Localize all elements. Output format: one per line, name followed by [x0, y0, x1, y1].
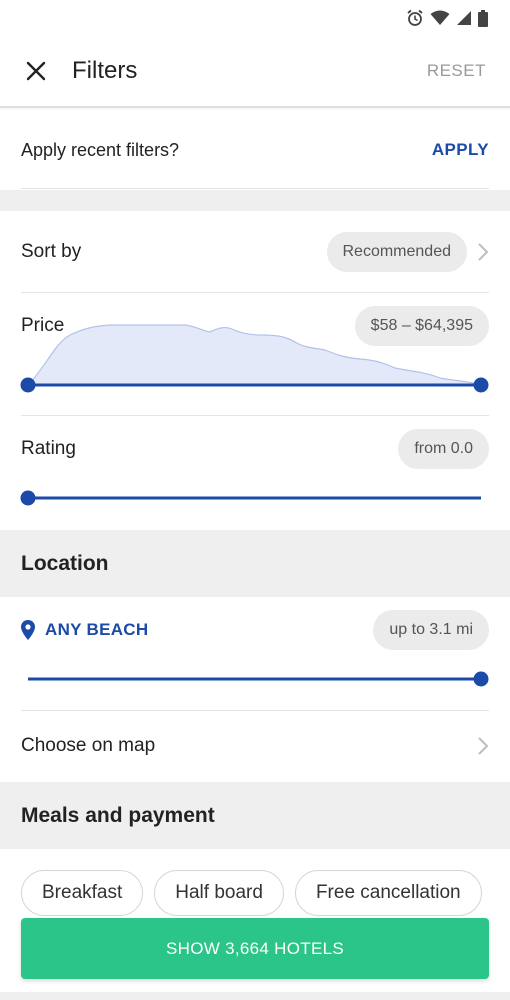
divider [21, 710, 489, 711]
distance-slider-thumb[interactable] [473, 671, 489, 687]
distance-value-badge: up to 3.1 mi [373, 610, 489, 650]
meals-section-header: Meals and payment [0, 782, 510, 849]
rating-value-badge: from 0.0 [398, 429, 489, 469]
choose-on-map-row[interactable]: Choose on map [0, 720, 510, 772]
location-row[interactable]: ANY BEACH up to 3.1 mi [0, 610, 510, 650]
sort-by-label: Sort by [21, 241, 82, 262]
sort-value-badge: Recommended [326, 232, 467, 272]
price-slider[interactable] [0, 318, 510, 398]
show-hotels-button[interactable]: SHOW 3,664 HOTELS [21, 918, 489, 979]
recent-filters-row: Apply recent filters? APPLY [0, 110, 510, 190]
reset-button[interactable]: RESET [427, 61, 486, 81]
price-slider-max-thumb[interactable] [473, 377, 489, 393]
divider [21, 415, 489, 416]
meals-section-title: Meals and payment [21, 803, 215, 827]
signal-icon [457, 11, 471, 25]
price-slider-min-thumb[interactable] [20, 377, 36, 393]
divider [21, 188, 489, 189]
rating-slider-thumb[interactable] [20, 490, 36, 506]
close-button[interactable] [0, 35, 72, 107]
chevron-right-icon [478, 737, 489, 755]
app-bar: Filters RESET [0, 36, 510, 108]
location-section-title: Location [21, 551, 109, 575]
page-title: Filters [72, 57, 138, 84]
alarm-icon [407, 9, 423, 26]
chip-half-board[interactable]: Half board [154, 870, 284, 916]
meal-chips: Breakfast Half board Free cancellation [21, 870, 482, 916]
location-section-header: Location [0, 530, 510, 597]
close-icon [26, 61, 46, 81]
rating-slider[interactable] [0, 486, 510, 510]
distance-slider[interactable] [0, 667, 510, 691]
chip-free-cancellation[interactable]: Free cancellation [294, 870, 482, 916]
choose-on-map-label: Choose on map [21, 735, 156, 756]
rating-label: Rating [21, 438, 76, 459]
location-pin-icon [21, 620, 35, 640]
section-gap [0, 190, 510, 211]
bottom-band [0, 992, 510, 1000]
status-bar [0, 0, 510, 36]
sort-by-row[interactable]: Sort by Recommended [0, 225, 510, 279]
recent-filters-text: Apply recent filters? [21, 139, 180, 160]
rating-row: Rating from 0.0 [0, 429, 510, 469]
apply-recent-button[interactable]: APPLY [432, 140, 489, 160]
divider [21, 292, 489, 293]
price-histogram [26, 324, 482, 386]
chip-breakfast[interactable]: Breakfast [21, 870, 144, 916]
chevron-right-icon [478, 243, 489, 261]
battery-icon [478, 9, 488, 27]
location-place: ANY BEACH [45, 620, 149, 639]
wifi-icon [430, 10, 450, 25]
